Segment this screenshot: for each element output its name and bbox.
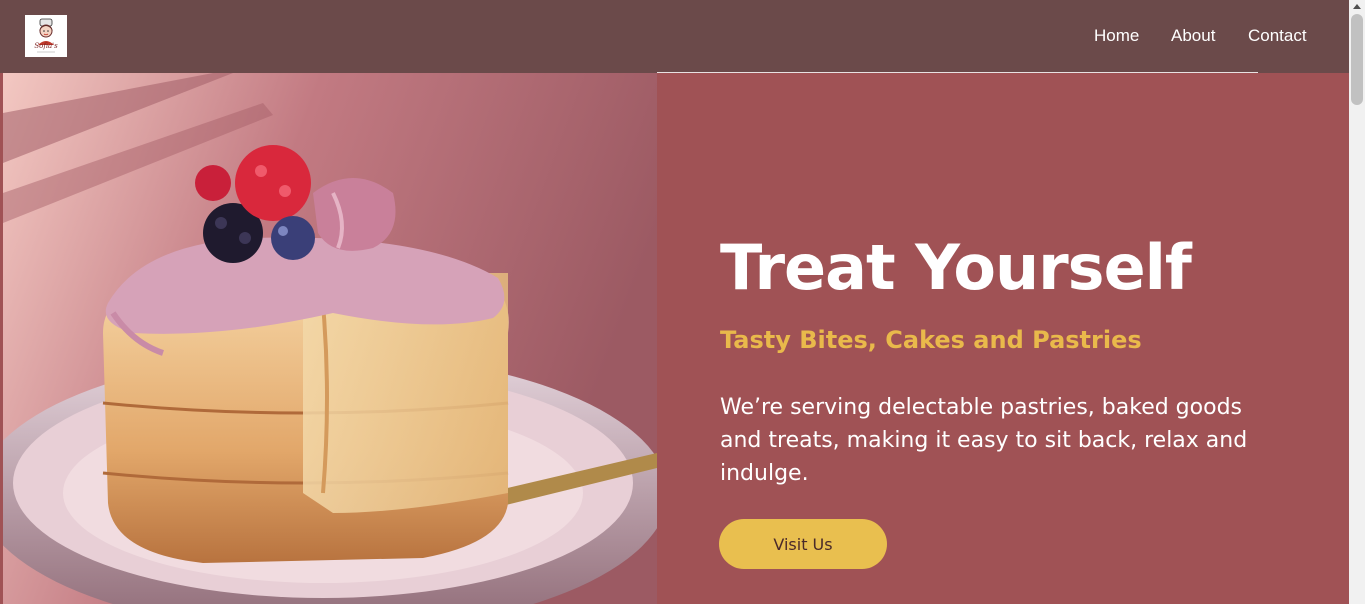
hero-content: Treat Yourself Tasty Bites, Cakes and Pa… xyxy=(657,73,1349,604)
brand-logo[interactable]: Sofia's xyxy=(25,15,67,57)
hero-title: Treat Yourself xyxy=(720,231,1192,304)
scroll-up-arrow-icon[interactable] xyxy=(1353,4,1361,9)
baker-logo-icon: Sofia's xyxy=(25,15,67,57)
nav-contact-link[interactable]: Contact xyxy=(1248,26,1307,46)
nav-about-link[interactable]: About xyxy=(1171,26,1215,46)
cake-icon xyxy=(3,73,657,604)
scrollbar-thumb[interactable] xyxy=(1351,14,1363,105)
navbar: Sofia's Home About Contact xyxy=(0,0,1349,73)
hero-image xyxy=(3,73,657,604)
nav-home-link[interactable]: Home xyxy=(1094,26,1139,46)
hero-description: We’re serving delectable pastries, baked… xyxy=(720,395,1248,486)
hero-subtitle: Tasty Bites, Cakes and Pastries xyxy=(720,326,1142,354)
brand-logo-text: Sofia's xyxy=(34,42,58,50)
visit-us-button[interactable]: Visit Us xyxy=(719,519,887,569)
vertical-scrollbar[interactable] xyxy=(1349,0,1365,604)
